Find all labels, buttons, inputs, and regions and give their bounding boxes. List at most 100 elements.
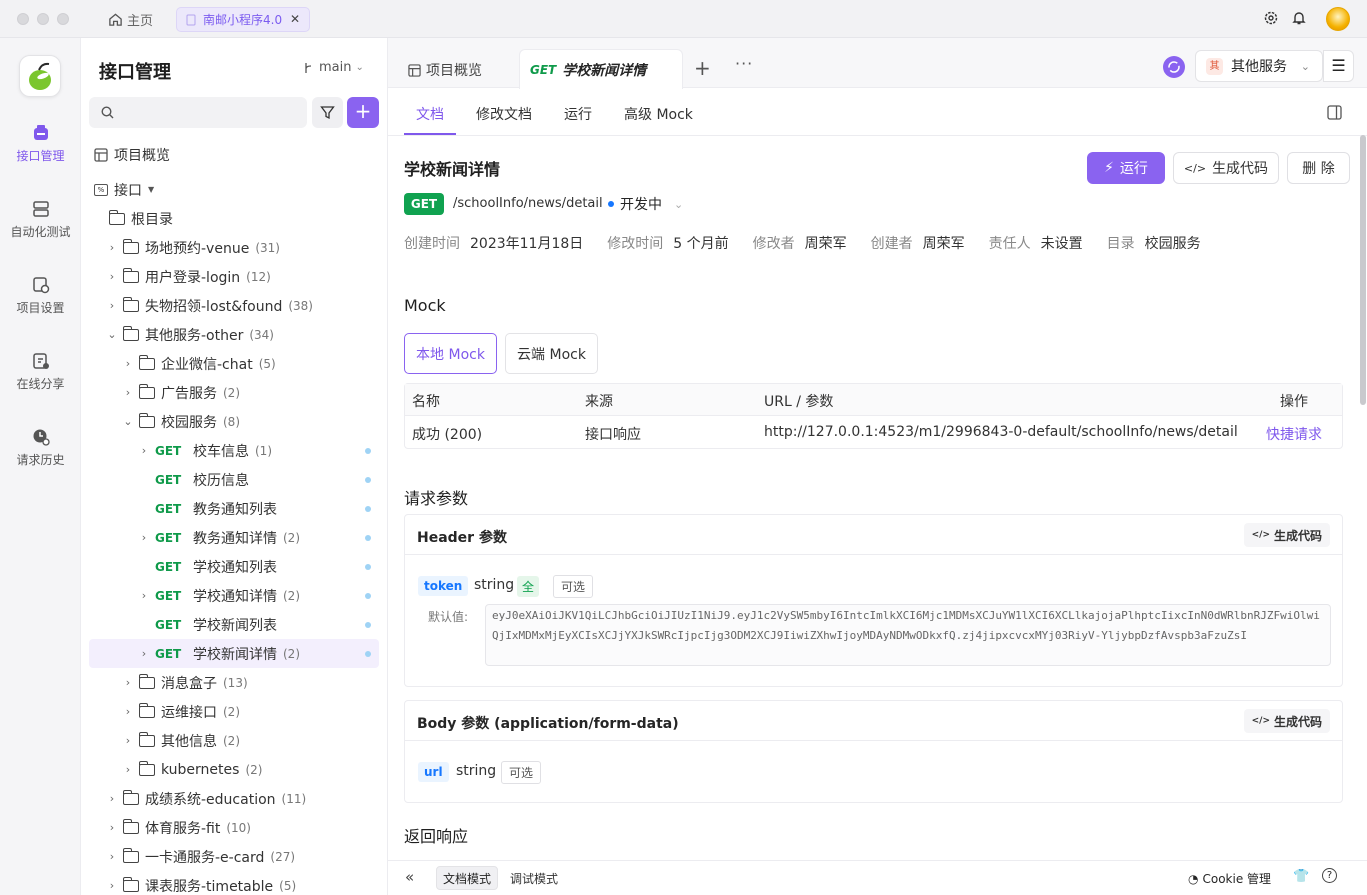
mock-row-url[interactable]: http://127.0.0.1:4523/m1/2996843-0-defau… — [764, 424, 1238, 440]
tree-api-item[interactable]: › GET 教务通知详情 (2) — [89, 523, 379, 552]
doc-mode-button[interactable]: 文档模式 — [436, 866, 499, 890]
chevron-right-icon[interactable]: › — [137, 647, 151, 660]
tree-folder-item[interactable]: › 广告服务 (2) — [89, 378, 379, 407]
sidebar-toggle-icon[interactable] — [1327, 105, 1342, 120]
chevron-right-icon[interactable]: › — [105, 792, 119, 805]
status-select[interactable]: 开发中 ⌄ — [608, 194, 683, 214]
bell-icon[interactable] — [1291, 10, 1307, 26]
rail-request-history[interactable]: 请求历史 — [0, 428, 81, 468]
tab-active-api[interactable]: GET 学校新闻详情 — [519, 49, 683, 89]
chevron-right-icon[interactable]: › — [121, 734, 135, 747]
gear-icon[interactable] — [1263, 10, 1279, 26]
tree-api-item[interactable]: GET 教务通知列表 — [89, 494, 379, 523]
chevron-down-icon[interactable]: ⌄ — [105, 328, 119, 341]
chevron-right-icon[interactable]: › — [137, 531, 151, 544]
tree-folder-item[interactable]: › 其他信息 (2) — [89, 726, 379, 755]
collapse-icon[interactable]: « — [405, 868, 414, 886]
cookie-manager-button[interactable]: ◔ Cookie 管理 — [1188, 870, 1271, 887]
body-generate-code-button[interactable]: </> 生成代码 — [1243, 709, 1330, 733]
tree-folder-item[interactable]: › 用户登录-login (12) — [89, 262, 379, 291]
help-icon[interactable]: ? — [1322, 868, 1337, 883]
subtab-doc[interactable]: 文档 — [416, 104, 444, 124]
chevron-right-icon[interactable]: › — [105, 850, 119, 863]
quick-request-link[interactable]: 快捷请求 — [1266, 424, 1322, 444]
more-tabs-button[interactable]: ··· — [735, 54, 753, 73]
project-tab[interactable]: 南邮小程序4.0 ✕ — [176, 7, 310, 32]
minimize-window-button[interactable] — [37, 13, 49, 25]
header-generate-code-button[interactable]: </> 生成代码 — [1243, 523, 1330, 547]
scrollbar[interactable] — [1360, 135, 1366, 405]
chevron-right-icon[interactable]: › — [137, 589, 151, 602]
tree-folder-item[interactable]: › 失物招领-lost&found (38) — [89, 291, 379, 320]
menu-button[interactable]: ☰ — [1323, 50, 1354, 82]
chevron-right-icon[interactable]: › — [105, 299, 119, 312]
chevron-right-icon[interactable]: › — [105, 270, 119, 283]
default-value-box[interactable]: eyJ0eXAiOiJKV1QiLCJhbGciOiJIUzI1NiJ9.eyJ… — [485, 604, 1331, 666]
chevron-right-icon[interactable]: › — [137, 444, 151, 457]
filter-button[interactable] — [312, 97, 343, 128]
tree-api-item[interactable]: › GET 学校新闻详情 (2) — [89, 639, 379, 668]
local-mock-button[interactable]: 本地 Mock — [404, 333, 497, 374]
folder-icon — [122, 296, 139, 312]
tree-folder-item[interactable]: › 消息盒子 (13) — [89, 668, 379, 697]
add-api-button[interactable]: + — [347, 97, 379, 128]
tree-folder-item[interactable]: › kubernetes (2) — [89, 755, 379, 784]
delete-button[interactable]: 删 除 — [1287, 152, 1350, 184]
sync-icon[interactable] — [1163, 56, 1185, 78]
tree-folder-item[interactable]: › 成绩系统-education (11) — [89, 784, 379, 813]
debug-mode-button[interactable]: 调试模式 — [504, 866, 564, 890]
user-avatar[interactable] — [1326, 7, 1350, 31]
rail-automation-test[interactable]: 自动化测试 — [0, 200, 81, 240]
run-button[interactable]: ⚡ 运行 — [1087, 152, 1165, 184]
chevron-right-icon[interactable]: › — [121, 676, 135, 689]
tree-api-item[interactable]: GET 学校新闻列表 — [89, 610, 379, 639]
branch-selector[interactable]: main ⌄ — [303, 60, 364, 75]
subtab-edit-doc[interactable]: 修改文档 — [476, 104, 532, 124]
chevron-right-icon[interactable]: › — [105, 241, 119, 254]
tree-folder-item[interactable]: › 体育服务-fit (10) — [89, 813, 379, 842]
tree-folder-item[interactable]: ⌄ 校园服务 (8) — [89, 407, 379, 436]
tree-api-group[interactable]: % 接口 ▼ — [89, 175, 379, 204]
generate-code-button[interactable]: </> 生成代码 — [1173, 152, 1279, 184]
tree-item-count: (12) — [246, 269, 271, 284]
subtab-advanced-mock[interactable]: 高级 Mock — [624, 104, 693, 124]
tree-folder-item[interactable]: › 场地预约-venue (31) — [89, 233, 379, 262]
cloud-mock-button[interactable]: 云端 Mock — [505, 333, 598, 374]
tab-project-overview[interactable]: 项目概览 — [408, 60, 482, 80]
header-params-card: Header 参数 </> 生成代码 token string 全 可选 默认值:… — [404, 514, 1343, 687]
subtab-run[interactable]: 运行 — [564, 104, 592, 124]
rail-online-share[interactable]: 在线分享 — [0, 352, 81, 392]
chevron-right-icon[interactable]: › — [121, 357, 135, 370]
chevron-right-icon[interactable]: › — [121, 705, 135, 718]
tree-api-item[interactable]: GET 校历信息 — [89, 465, 379, 494]
zoom-window-button[interactable] — [57, 13, 69, 25]
chevron-right-icon[interactable]: › — [105, 821, 119, 834]
close-tab-icon[interactable]: ✕ — [290, 12, 300, 26]
chevron-down-icon: ⌄ — [674, 197, 684, 211]
tree-project-overview[interactable]: 项目概览 — [89, 140, 379, 169]
tree-api-item[interactable]: › GET 学校通知详情 (2) — [89, 581, 379, 610]
shirt-icon[interactable]: 👕 — [1293, 869, 1309, 884]
chevron-right-icon[interactable]: › — [105, 879, 119, 892]
tree-folder-item[interactable]: › 一卡通服务-e-card (27) — [89, 842, 379, 871]
rail-project-settings[interactable]: 项目设置 — [0, 276, 81, 316]
tree-folder-item[interactable]: ⌄ 其他服务-other (34) — [89, 320, 379, 349]
home-tab[interactable]: 主页 — [108, 10, 153, 29]
tree-folder-item[interactable]: › 企业微信-chat (5) — [89, 349, 379, 378]
chevron-down-icon[interactable]: ⌄ — [121, 415, 135, 428]
tree-item-label: 其他服务-other — [145, 327, 244, 344]
tree-folder-item[interactable]: › 运维接口 (2) — [89, 697, 379, 726]
search-input[interactable] — [89, 97, 307, 128]
close-window-button[interactable] — [17, 13, 29, 25]
environment-select[interactable]: 其 其他服务 ⌄ — [1195, 50, 1323, 82]
tree-item-label: 用户登录-login — [145, 269, 241, 286]
chevron-right-icon[interactable]: › — [121, 386, 135, 399]
method-badge: GET — [404, 193, 444, 215]
chevron-right-icon[interactable]: › — [121, 763, 135, 776]
tree-folder-item[interactable]: › 课表服务-timetable (5) — [89, 871, 379, 895]
rail-api-management[interactable]: 接口管理 — [0, 124, 81, 164]
tree-api-item[interactable]: GET 学校通知列表 — [89, 552, 379, 581]
tree-root-folder[interactable]: 根目录 — [89, 204, 379, 233]
tree-api-item[interactable]: › GET 校车信息 (1) — [89, 436, 379, 465]
new-tab-button[interactable]: + — [694, 56, 711, 80]
